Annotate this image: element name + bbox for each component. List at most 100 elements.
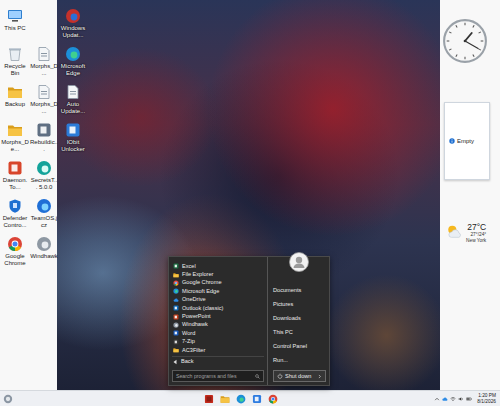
program-item[interactable]: 7-Zip [172, 338, 264, 346]
chevron-right-icon [317, 374, 322, 379]
program-item[interactable]: Google Chrome [172, 279, 264, 287]
desktop-icon-label: Backup [1, 101, 29, 108]
folder-icon [173, 347, 179, 353]
shutdown-button[interactable]: Shut down [273, 370, 326, 382]
magnifier-icon [255, 374, 260, 379]
taskbar-app[interactable] [203, 393, 214, 404]
outlook-icon [173, 305, 179, 311]
date-text: 8/1/2026 [477, 399, 496, 405]
place-item[interactable]: Documents [273, 283, 326, 297]
desktop-icon-label: Microsoft Edge [59, 63, 87, 76]
program-item[interactable]: Windhawk [172, 321, 264, 329]
notes-gadget[interactable]: Empty [444, 102, 490, 180]
program-item[interactable]: PowerPoint [172, 312, 264, 320]
wifi-icon[interactable] [450, 396, 456, 402]
desktop-icon[interactable]: SecretsT... 5.0.0 [30, 160, 58, 198]
desktop-icon-label: Daemon.To... [1, 177, 29, 190]
program-item[interactable]: Outlook (classic) [172, 304, 264, 312]
powerpoint-icon [173, 314, 179, 320]
user-avatar[interactable] [289, 252, 309, 272]
icon-column: Morphs_D... Morphs_D... Rebuildic... Secret… [30, 0, 58, 274]
daemon-icon [7, 160, 23, 176]
desktop-icon[interactable]: Backup [1, 84, 29, 122]
time-text: 1:20 PM [478, 393, 496, 399]
taskbar-app[interactable] [267, 393, 278, 404]
search-field[interactable]: Search programs and files [172, 370, 264, 382]
desktop-icon-label: IObit Unlocker [59, 139, 87, 152]
windhawk-icon [36, 236, 52, 252]
taskbar-app[interactable] [219, 393, 230, 404]
taskbar: 1:20 PM8/1/2026 [0, 390, 500, 406]
desktop-icon[interactable]: Google Chrome [1, 236, 29, 274]
place-item[interactable]: Downloads [273, 311, 326, 325]
program-item[interactable]: AC3Filter [172, 346, 264, 354]
desktop-icon[interactable]: Microsoft Edge [59, 46, 87, 84]
place-item[interactable]: This PC [273, 325, 326, 339]
explorer-icon [220, 394, 230, 404]
desktop-icons: This PC Recycle Bin Backup Morphs_De... Daem… [0, 0, 500, 274]
setup-icon [36, 84, 52, 100]
edge-icon [173, 288, 179, 294]
weather-gadget[interactable]: 27°C27°/24°New York [446, 222, 486, 244]
onedrive-icon [173, 297, 179, 303]
hawk-icon [204, 394, 214, 404]
zip-icon [173, 339, 179, 345]
weather-temperature: 27°C [467, 222, 486, 232]
desktop-screen: This PC Recycle Bin Backup Morphs_De... Daem… [0, 0, 500, 406]
clock-gadget[interactable] [442, 18, 488, 64]
speaker-icon[interactable] [458, 396, 464, 402]
excel-icon [173, 263, 179, 269]
program-item[interactable]: Word [172, 329, 264, 337]
program-item[interactable]: File Explorer [172, 270, 264, 278]
desktop-icon[interactable]: TeamOS.jcz [30, 198, 58, 236]
clock-icon [442, 18, 488, 64]
taskbar-apps [203, 393, 278, 404]
word-icon [173, 330, 179, 336]
desktop-icon-label: Google Chrome [1, 253, 29, 266]
robot-icon [36, 122, 52, 138]
desktop-icon-label: Morphs_D... [30, 101, 58, 114]
desktop-icon-label: Windows Updat... [59, 25, 87, 38]
desktop-icon[interactable]: Windows Updat... [59, 8, 87, 46]
back-button[interactable]: Back [172, 356, 264, 365]
desktop-icon[interactable]: Rebuildic... [30, 122, 58, 160]
desktop-icon-label: Recycle Bin [1, 63, 29, 76]
place-item[interactable]: Control Panel [273, 339, 326, 353]
onedrive-icon[interactable] [442, 396, 448, 402]
taskbar-clock[interactable]: 1:20 PM8/1/2026 [477, 393, 496, 405]
desktop-icon[interactable]: Windhawk [30, 236, 58, 274]
desktop-icon[interactable]: Recycle Bin [1, 46, 29, 84]
program-item[interactable]: Microsoft Edge [172, 287, 264, 295]
desktop-icon[interactable]: Morphs_D... [30, 46, 58, 84]
desktop-icon[interactable]: IObit Unlocker [59, 122, 87, 160]
place-item[interactable]: Run... [273, 353, 326, 367]
desktop-icon[interactable]: This PC [1, 8, 29, 46]
defender-icon [7, 198, 23, 214]
taskbar-app[interactable] [235, 393, 246, 404]
teamos-icon [36, 198, 52, 214]
user-icon [289, 252, 309, 272]
program-item[interactable]: OneDrive [172, 296, 264, 304]
icon-column: This PC Recycle Bin Backup Morphs_De... Daem… [1, 0, 29, 274]
program-item[interactable]: Excel [172, 262, 264, 270]
taskbar-app[interactable] [251, 393, 262, 404]
folder-icon [7, 122, 23, 138]
desktop-icon[interactable]: Defender Contro... [1, 198, 29, 236]
notes-text: Empty [457, 138, 474, 144]
store-icon [252, 394, 262, 404]
update-icon [65, 8, 81, 24]
desktop-icon[interactable]: Morphs_D... [30, 84, 58, 122]
desktop-icon-label: Morphs_D... [30, 63, 58, 76]
weather-city: New York [466, 238, 486, 244]
secrets-icon [36, 160, 52, 176]
desktop-icon[interactable]: Morphs_De... [1, 122, 29, 160]
battery-icon[interactable] [466, 396, 472, 402]
chevron-up-icon[interactable] [434, 396, 440, 402]
desktop-icon[interactable]: Auto Update... [59, 84, 87, 122]
desktop-icon[interactable]: Daemon.To... [1, 160, 29, 198]
desktop-icon-label: Rebuildic... [30, 139, 58, 152]
start-orb-icon[interactable] [3, 394, 13, 404]
desktop-icon-label: SecretsT... 5.0.0 [30, 177, 58, 190]
bin-icon [7, 46, 23, 62]
place-item[interactable]: Pictures [273, 297, 326, 311]
